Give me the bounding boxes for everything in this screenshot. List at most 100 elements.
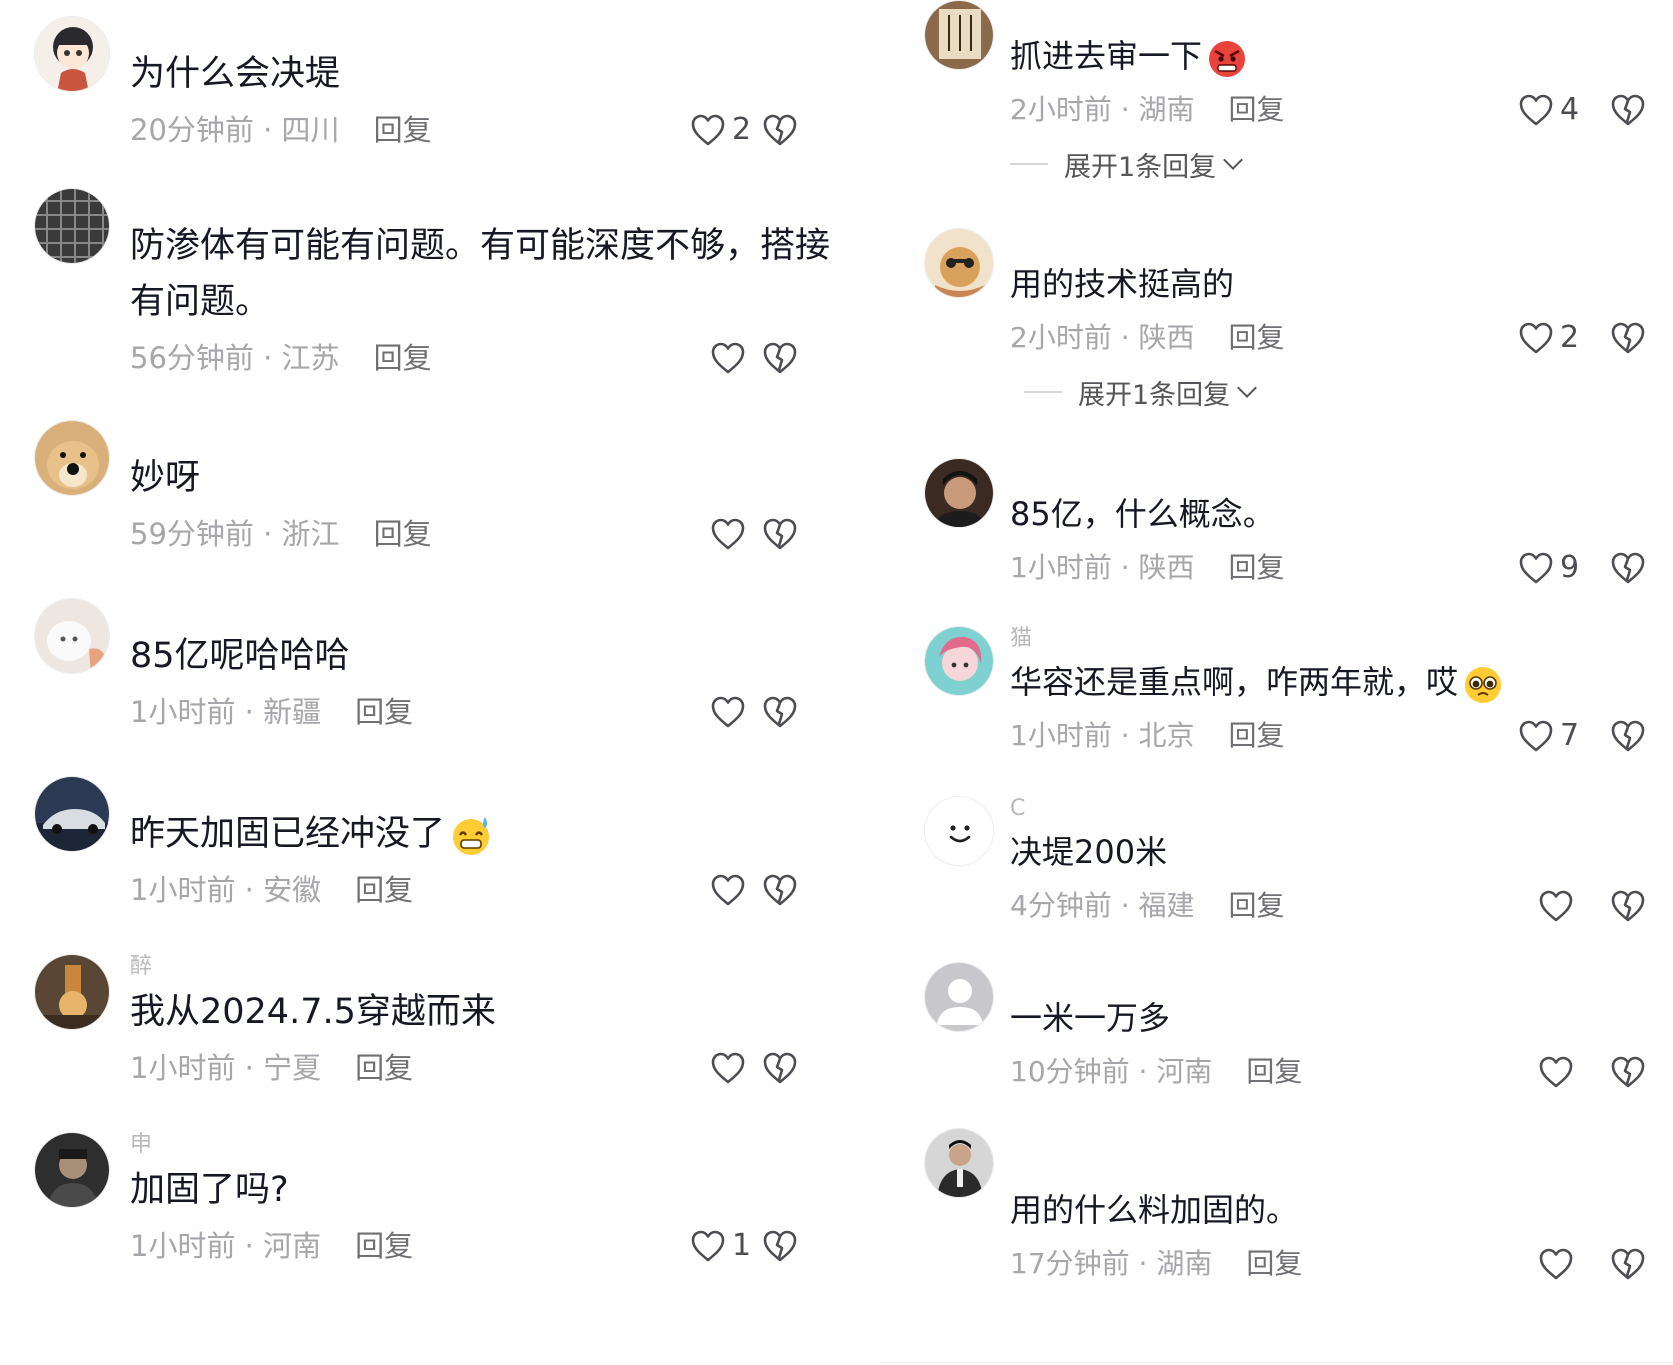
- broken-heart-icon: [763, 518, 797, 550]
- time-location: 2小时前 · 湖南: [1010, 93, 1195, 126]
- dislike-button[interactable]: [762, 1050, 798, 1086]
- reply-button[interactable]: 回复: [1229, 712, 1285, 760]
- username[interactable]: [1010, 1128, 1673, 1154]
- dislike-button[interactable]: [762, 516, 798, 552]
- username[interactable]: C: [1010, 796, 1673, 822]
- time-location: 1小时前 · 新疆: [130, 695, 322, 729]
- expand-replies-label: 展开1条回复: [1064, 151, 1217, 183]
- username[interactable]: [130, 776, 880, 802]
- like-button[interactable]: [710, 1044, 770, 1092]
- like-button[interactable]: 4: [1518, 86, 1579, 134]
- avatar[interactable]: [34, 598, 110, 674]
- username[interactable]: [1010, 0, 1673, 26]
- avatar[interactable]: [924, 962, 994, 1032]
- like-button[interactable]: [1538, 882, 1598, 930]
- like-button[interactable]: 9: [1518, 544, 1579, 592]
- avatar[interactable]: [924, 0, 994, 70]
- reply-button[interactable]: 回复: [355, 1044, 413, 1092]
- avatar[interactable]: [34, 16, 110, 92]
- avatar[interactable]: [924, 228, 994, 298]
- reply-button[interactable]: 回复: [355, 1222, 413, 1270]
- username[interactable]: [130, 16, 880, 42]
- dislike-button[interactable]: [1610, 320, 1646, 356]
- avatar[interactable]: [924, 796, 994, 866]
- reply-button[interactable]: 回复: [374, 106, 432, 154]
- expand-replies-button[interactable]: 展开1条回复: [1010, 142, 1673, 186]
- heart-icon: [711, 518, 745, 550]
- heart-icon: [1519, 720, 1553, 752]
- username[interactable]: 醉: [130, 954, 880, 980]
- reply-button[interactable]: 回复: [1246, 1240, 1302, 1288]
- dislike-button[interactable]: [762, 1228, 798, 1264]
- avatar[interactable]: [924, 1128, 994, 1198]
- dislike-button[interactable]: [762, 872, 798, 908]
- heart-icon: [711, 1052, 745, 1084]
- reply-button[interactable]: 回复: [1229, 86, 1285, 134]
- time-location: 1小时前 · 宁夏: [130, 1051, 322, 1085]
- expand-replies-button[interactable]: 展开1条回复: [1010, 370, 1673, 414]
- dislike-button[interactable]: [1610, 1246, 1646, 1282]
- avatar[interactable]: [34, 954, 110, 1030]
- time-location: 1小时前 · 陕西: [1010, 551, 1195, 584]
- broken-heart-icon: [763, 1230, 797, 1262]
- username[interactable]: [1010, 458, 1673, 484]
- avatar[interactable]: [34, 1132, 110, 1208]
- like-button[interactable]: 2: [1518, 314, 1579, 362]
- like-button[interactable]: 2: [690, 106, 751, 154]
- username[interactable]: [130, 188, 880, 214]
- comment-text: 用的什么料加固的。: [1010, 1191, 1299, 1229]
- reply-button[interactable]: 回复: [1229, 882, 1285, 930]
- comment-text: 用的技术挺高的: [1010, 265, 1235, 303]
- divider-line: [1024, 391, 1062, 393]
- like-button[interactable]: 1: [690, 1222, 751, 1270]
- username[interactable]: [130, 598, 880, 624]
- avatar[interactable]: [34, 188, 110, 264]
- username[interactable]: [1010, 228, 1673, 254]
- comment-column-right: 抓进去审一下 2小时前 · 湖南 回复 4 展开1条回复 用的技术挺高的 2小时前…: [880, 0, 1673, 1365]
- chevron-down-icon: [1237, 378, 1258, 398]
- heart-icon: [711, 342, 745, 374]
- like-button[interactable]: [1538, 1048, 1598, 1096]
- divider-line: [1010, 163, 1048, 165]
- avatar[interactable]: [924, 458, 994, 528]
- dislike-button[interactable]: [762, 340, 798, 376]
- dislike-button[interactable]: [1610, 718, 1646, 754]
- like-button[interactable]: [710, 334, 770, 382]
- comment-text: 华容还是重点啊，咋两年就，哎: [1010, 656, 1673, 708]
- dislike-button[interactable]: [1610, 550, 1646, 586]
- username[interactable]: 猫: [1010, 626, 1673, 652]
- dislike-button[interactable]: [1610, 1054, 1646, 1090]
- dislike-button[interactable]: [1610, 888, 1646, 924]
- like-button[interactable]: [710, 510, 770, 558]
- reply-button[interactable]: 回复: [374, 334, 432, 382]
- chevron-down-icon: [1223, 150, 1244, 170]
- comment-text-content: 昨天加固已经冲没了: [130, 814, 446, 854]
- username[interactable]: 申: [130, 1132, 880, 1158]
- avatar[interactable]: [34, 776, 110, 852]
- username[interactable]: [1010, 962, 1673, 988]
- reply-button[interactable]: 回复: [1229, 544, 1285, 592]
- comment-text: 85亿，什么概念。: [1010, 495, 1275, 533]
- angry-face-emoji: [1206, 37, 1248, 79]
- like-button[interactable]: [710, 866, 770, 914]
- heart-icon: [1519, 94, 1553, 126]
- reply-button[interactable]: 回复: [1246, 1048, 1302, 1096]
- broken-heart-icon: [1611, 1056, 1645, 1088]
- reply-button[interactable]: 回复: [1229, 314, 1285, 362]
- like-count: 7: [1560, 718, 1580, 753]
- dislike-button[interactable]: [762, 694, 798, 730]
- reply-button[interactable]: 回复: [355, 866, 413, 914]
- like-button[interactable]: [1538, 1240, 1598, 1288]
- like-button[interactable]: [710, 688, 770, 736]
- avatar[interactable]: [34, 420, 110, 496]
- dislike-button[interactable]: [1610, 92, 1646, 128]
- reply-button[interactable]: 回复: [355, 688, 413, 736]
- broken-heart-icon: [1611, 720, 1645, 752]
- avatar[interactable]: [924, 626, 994, 696]
- reply-button[interactable]: 回复: [374, 510, 432, 558]
- dislike-button[interactable]: [762, 112, 798, 148]
- like-button[interactable]: 7: [1518, 712, 1579, 760]
- username[interactable]: [130, 420, 880, 446]
- comment-text: 妙呀: [130, 458, 201, 498]
- heart-icon: [711, 874, 745, 906]
